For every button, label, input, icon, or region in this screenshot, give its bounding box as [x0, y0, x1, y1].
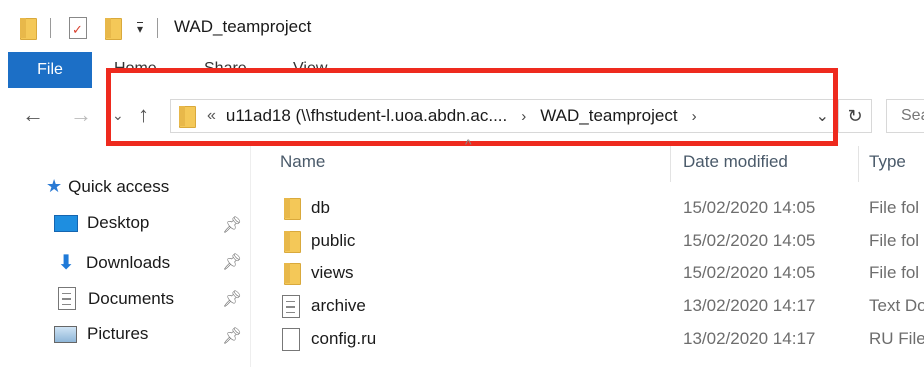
column-header-date-modified[interactable]: Date modified [683, 152, 788, 172]
file-type: File fol [869, 263, 920, 282]
new-folder-icon[interactable] [103, 17, 123, 40]
column-divider[interactable] [858, 146, 859, 182]
column-header-type[interactable]: Type [869, 152, 906, 172]
toolbar-divider [157, 18, 159, 38]
sidebar-item-label: Pictures [87, 324, 149, 343]
back-arrow-icon[interactable]: ← [22, 104, 44, 126]
pin-icon[interactable]: 📌︎ [222, 252, 242, 272]
title-bar: ✓ ▾ WAD_teamproject [0, 0, 924, 52]
file-name: config.ru [311, 329, 377, 348]
sidebar-item-label: Downloads [86, 252, 171, 272]
file-date-modified: 13/02/2020 14:17 [683, 329, 816, 348]
pin-icon[interactable]: 📌︎ [222, 215, 242, 235]
file-name: archive [311, 296, 366, 315]
sidebar-item-quick-access[interactable]: ★ Quick access [46, 176, 169, 197]
folder-icon [282, 262, 302, 285]
tab-file[interactable]: File [8, 52, 92, 88]
file-type: RU File [869, 329, 924, 348]
column-header-name[interactable]: Name [280, 152, 325, 172]
file-type: File fol [869, 231, 920, 250]
file-date-modified: 13/02/2020 14:17 [683, 296, 816, 315]
forward-arrow-icon[interactable]: → [70, 104, 92, 126]
file-name: public [311, 231, 356, 250]
file-row-views[interactable]: views 15/02/2020 14:05 File fol [270, 258, 924, 290]
column-divider[interactable] [670, 146, 671, 182]
sidebar-item-label: Quick access [68, 176, 170, 196]
folder-icon [18, 17, 38, 40]
pictures-icon [54, 325, 77, 343]
file-date-modified: 15/02/2020 14:05 [683, 231, 816, 250]
desktop-icon [54, 214, 78, 232]
file-name: views [311, 263, 354, 282]
refresh-button[interactable]: ↻ [838, 99, 872, 133]
pin-icon[interactable]: 📌︎ [222, 289, 242, 309]
pane-divider [250, 146, 251, 367]
file-row-config[interactable]: config.ru 13/02/2020 14:17 RU File [270, 324, 924, 356]
file-type: File fol [869, 198, 920, 217]
folder-icon [282, 197, 302, 220]
quick-access-toolbar: ✓ ▾ [18, 14, 159, 42]
file-date-modified: 15/02/2020 14:05 [683, 198, 816, 217]
sidebar-item-documents[interactable]: Documents [54, 287, 174, 310]
sidebar-item-pictures[interactable]: Pictures [54, 324, 148, 344]
properties-icon[interactable]: ✓ [69, 17, 87, 39]
file-row-public[interactable]: public 15/02/2020 14:05 File fol [270, 226, 924, 258]
file-name: db [311, 198, 330, 217]
search-input[interactable]: Sea [886, 99, 924, 133]
file-row-db[interactable]: db 15/02/2020 14:05 File fol [270, 193, 924, 225]
downloads-icon: ⬇ [57, 252, 75, 274]
file-date-modified: 15/02/2020 14:05 [683, 263, 816, 282]
pin-icon[interactable]: 📌︎ [222, 326, 242, 346]
folder-icon [282, 230, 302, 253]
file-icon [282, 328, 300, 351]
file-row-archive[interactable]: archive 13/02/2020 14:17 Text Do [270, 291, 924, 323]
sidebar-item-label: Documents [88, 288, 174, 308]
window-title: WAD_teamproject [174, 17, 312, 36]
toolbar-divider [50, 18, 51, 38]
sidebar-item-label: Desktop [87, 213, 150, 232]
sidebar-item-desktop[interactable]: Desktop [54, 213, 149, 233]
highlight-box [106, 68, 838, 146]
text-file-icon [282, 295, 300, 318]
file-type: Text Do [869, 296, 924, 315]
documents-icon [58, 287, 76, 310]
sidebar-item-downloads[interactable]: ⬇ Downloads [54, 250, 171, 275]
sort-ascending-icon: ^ [465, 136, 472, 152]
customize-toolbar-icon[interactable]: ▾ [137, 22, 144, 35]
star-icon: ★ [46, 176, 63, 196]
